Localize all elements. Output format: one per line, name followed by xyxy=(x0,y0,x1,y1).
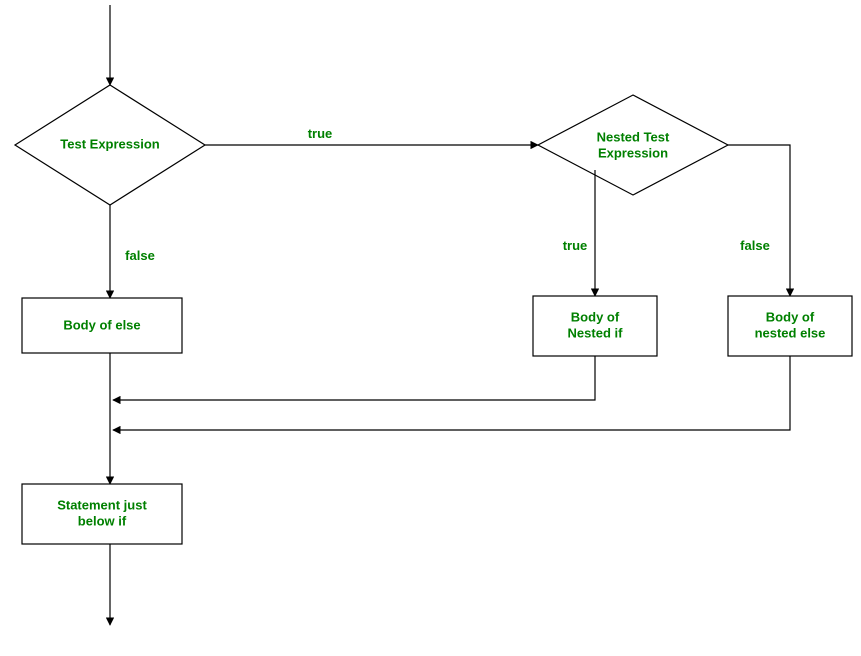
label-statement-line2: below if xyxy=(78,513,127,528)
node-body-nested-if: Body of Nested if xyxy=(533,296,657,356)
label-nested-test-line2: Expression xyxy=(598,145,668,160)
label-body-nested-if-line1: Body of xyxy=(571,309,620,324)
node-body-nested-else: Body of nested else xyxy=(728,296,852,356)
node-statement-below-if: Statement just below if xyxy=(22,484,182,544)
label-edge-true2: true xyxy=(563,238,588,253)
label-body-nested-if-line2: Nested if xyxy=(568,325,624,340)
node-test-expression: Test Expression xyxy=(15,85,205,205)
label-edge-false1: false xyxy=(125,248,155,263)
label-statement-line1: Statement just xyxy=(57,497,147,512)
edge-nested-else-merge xyxy=(113,356,790,430)
node-body-else: Body of else xyxy=(22,298,182,353)
edge-nested-false xyxy=(728,145,790,296)
label-body-nested-else-line1: Body of xyxy=(766,309,815,324)
node-nested-test-expression: Nested Test Expression xyxy=(538,95,728,195)
flowchart-canvas: Test Expression true false Nested Test E… xyxy=(0,0,861,656)
label-test-expression: Test Expression xyxy=(60,136,160,151)
edge-nested-if-merge xyxy=(113,356,595,400)
label-body-nested-else-line2: nested else xyxy=(755,325,826,340)
label-edge-true1: true xyxy=(308,126,333,141)
label-nested-test-line1: Nested Test xyxy=(597,129,670,144)
label-edge-false2: false xyxy=(740,238,770,253)
label-body-else: Body of else xyxy=(63,317,140,332)
